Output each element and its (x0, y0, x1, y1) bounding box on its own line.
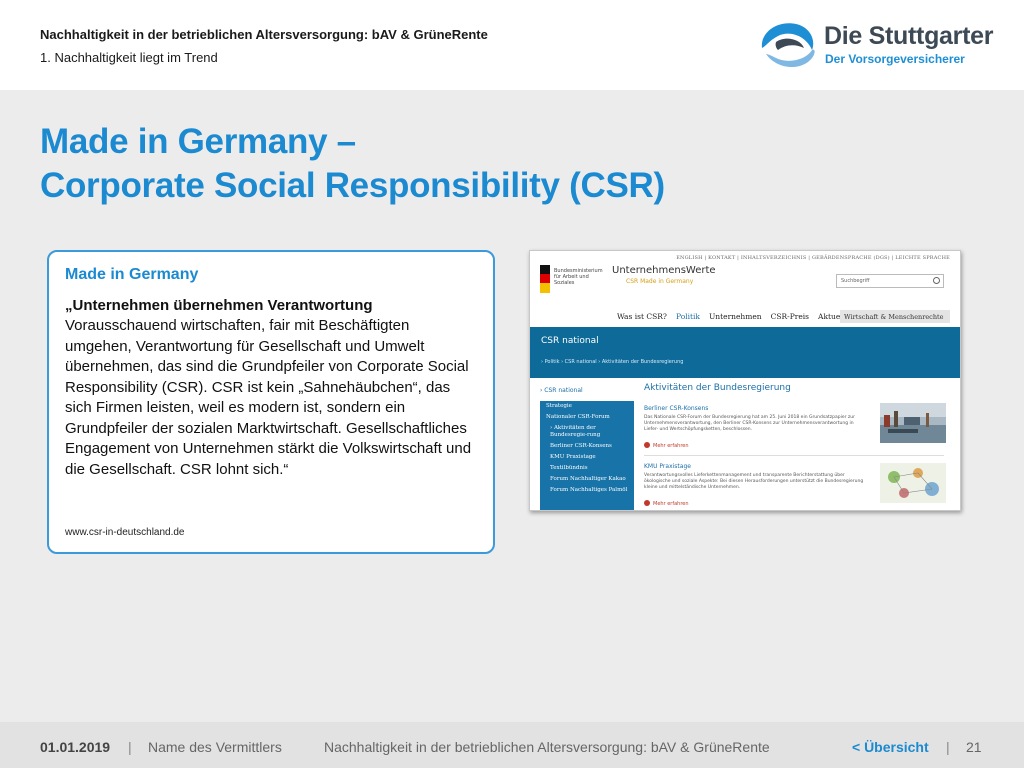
header-title: Nachhaltigkeit in der betrieblichen Alte… (40, 27, 488, 42)
site-nav-item: Unternehmen (708, 312, 762, 321)
eagle-emblem-icon (540, 265, 550, 293)
site-article-title: KMU Praxistage (644, 463, 691, 470)
arrow-right-icon (644, 442, 650, 448)
site-side-item: Forum Nachhaltiger Kakao (550, 476, 626, 482)
site-banner: CSR national › Politik › CSR national › … (530, 327, 960, 378)
site-top-links: ENGLISH | KONTAKT | INHALTSVERZEICHNIS |… (676, 255, 950, 261)
site-article-text: Verantwortungsvolles Lieferkettenmanagem… (644, 473, 864, 490)
site-side-item: Nationaler CSR-Forum (546, 414, 610, 420)
slide-title-line2: Corporate Social Responsibility (CSR) (40, 166, 665, 205)
site-more-link: Mehr erfahren (644, 442, 689, 449)
site-sidebar: Strategie Nationaler CSR-Forum › Aktivit… (540, 401, 634, 510)
logo-tagline: Der Vorsorgeversicherer (825, 52, 965, 66)
site-side-item: › Aktivitäten der Bundesregie-rung (550, 425, 601, 438)
site-article-text: Das Nationale CSR-Forum der Bundesregier… (644, 415, 855, 432)
site-breadcrumb: › Politik › CSR national › Aktivitäten d… (541, 359, 684, 365)
slide-title-line1: Made in Germany – (40, 122, 356, 161)
site-side-item: Berliner CSR-Konsens (550, 443, 612, 449)
site-ministry: Bundesministerium für Arbeit und Soziale… (554, 268, 603, 286)
site-article-title: Berliner CSR-Konsens (644, 405, 709, 412)
footer-separator: | (946, 739, 950, 755)
website-screenshot: ENGLISH | KONTAKT | INHALTSVERZEICHNIS |… (529, 250, 961, 511)
logo-name: Die Stuttgarter (824, 22, 994, 50)
site-nav-item: CSR-Preis (770, 312, 810, 321)
site-brand: UnternehmensWerte (612, 265, 716, 276)
site-more-label: Mehr erfahren (653, 501, 689, 507)
site-section-heading: Aktivitäten der Bundesregierung (644, 383, 791, 393)
quote-card: Made in Germany „Unternehmen übernehmen … (47, 250, 495, 554)
slide-header: Nachhaltigkeit in der betrieblichen Alte… (0, 0, 1024, 90)
search-icon (933, 277, 940, 284)
site-divider (644, 455, 944, 456)
site-nav-item: Was ist CSR? (617, 312, 667, 321)
slide-footer: 01.01.2019 | Name des Vermittlers Nachha… (0, 722, 1024, 768)
logo-mark-icon (761, 23, 815, 68)
card-quote-head: „Unternehmen übernehmen Verantwortung (65, 297, 373, 314)
company-logo: Die Stuttgarter Der Vorsorgeversicherer (756, 18, 996, 72)
slide-title: Made in Germany – Corporate Social Respo… (40, 120, 665, 208)
footer-date: 01.01.2019 (40, 739, 111, 755)
site-side-item: KMU Praxistage (550, 454, 596, 460)
page-number: 21 (966, 739, 982, 755)
overview-link[interactable]: < Übersicht (852, 739, 929, 755)
site-side-item: Textilbündnis (550, 465, 588, 471)
source-link[interactable]: www.csr-in-deutschland.de (65, 527, 185, 538)
site-more-label: Mehr erfahren (653, 443, 689, 449)
site-more-link: Mehr erfahren (644, 500, 689, 507)
site-side-head: › CSR national (540, 387, 583, 394)
card-heading: Made in Germany (65, 266, 199, 283)
site-search-input: Suchbegriff (836, 274, 944, 288)
site-brand-sub: CSR Made in Germany (626, 278, 694, 285)
site-side-item: Strategie (546, 403, 572, 409)
site-nav-tab: Wirtschaft & Menschenrechte (840, 310, 950, 323)
map-illustration-icon (880, 463, 946, 503)
site-search-placeholder: Suchbegriff (841, 278, 870, 284)
site-nav-item-active: Politik (675, 312, 700, 321)
footer-topic: Nachhaltigkeit in der betrieblichen Alte… (324, 739, 770, 755)
footer-separator: | (128, 739, 132, 755)
site-side-item: Forum Nachhaltiges Palmöl (550, 487, 628, 493)
card-body: Vorausschauend wirtschaften, fair mit Be… (65, 317, 472, 478)
arrow-right-icon (644, 500, 650, 506)
footer-agent-name: Name des Vermittlers (148, 739, 282, 755)
site-banner-title: CSR national (541, 336, 599, 346)
header-subtitle: 1. Nachhaltigkeit liegt im Trend (40, 50, 218, 65)
site-nav: Was ist CSR? Politik Unternehmen CSR-Pre… (617, 312, 853, 321)
harbor-photo-icon (880, 403, 946, 443)
